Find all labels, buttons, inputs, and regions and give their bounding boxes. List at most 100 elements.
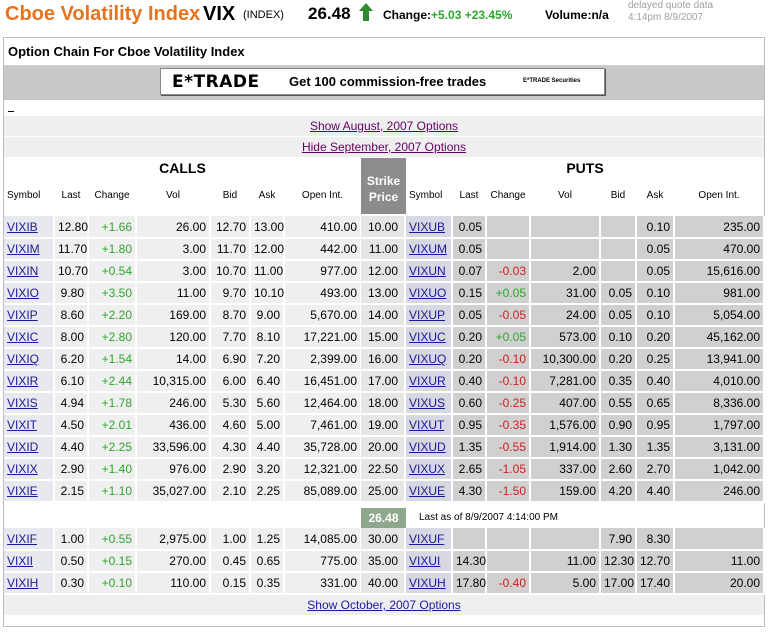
call-open-int-cell: 493.00: [284, 282, 362, 305]
put-symbol-cell: VIXUT: [406, 414, 453, 437]
put-symbol-link[interactable]: VIXUS: [409, 396, 445, 410]
put-symbol-cell: VIXUX: [406, 458, 453, 481]
call-symbol-link[interactable]: VIXIH: [7, 576, 38, 590]
put-symbol-link[interactable]: VIXUQ: [409, 352, 446, 366]
put-vol-cell: 31.00: [530, 282, 601, 305]
august-link-row: Show August, 2007 Options: [4, 116, 764, 136]
put-symbol-link[interactable]: VIXUB: [409, 220, 445, 234]
call-ask-cell: 2.25: [250, 480, 285, 503]
put-symbol-link[interactable]: VIXUX: [409, 462, 445, 476]
ad-strip: E*TRADE Get 100 commission-free trades E…: [4, 66, 764, 100]
put-change-cell: -0.25: [486, 392, 531, 415]
call-bid-cell: 5.30: [210, 392, 251, 415]
put-symbol-link[interactable]: VIXUF: [409, 532, 444, 546]
put-symbol-link[interactable]: VIXUR: [409, 374, 446, 388]
call-vol-cell: 26.00: [136, 216, 211, 239]
call-last-cell: 10.70: [54, 260, 89, 283]
hide-september-link[interactable]: Hide September, 2007 Options: [302, 140, 466, 154]
call-symbol-link[interactable]: VIXIS: [7, 396, 38, 410]
puts-col-header-last: Last: [459, 190, 479, 201]
call-symbol-link[interactable]: VIXIT: [7, 418, 37, 432]
call-symbol-link[interactable]: VIXIN: [7, 264, 38, 278]
call-symbol-link[interactable]: VIXIQ: [7, 352, 39, 366]
call-symbol-link[interactable]: VIXIC: [7, 330, 38, 344]
put-ask-cell: 0.05: [636, 238, 675, 261]
put-row: VIXUX 2.65 -1.05 337.00 2.60 2.70 1,042.00: [406, 458, 765, 481]
put-open-int-cell: 3,131.00: [674, 436, 765, 459]
call-change-cell: +2.44: [88, 370, 137, 393]
put-ask-cell: 0.95: [636, 414, 675, 437]
put-symbol-link[interactable]: VIXUC: [409, 330, 446, 344]
puts-col-header-symbol: Symbol: [409, 190, 443, 201]
put-ask-cell: 4.40: [636, 480, 675, 503]
call-symbol-link[interactable]: VIXIE: [7, 484, 38, 498]
call-last-cell: 4.50: [54, 414, 89, 437]
put-symbol-link[interactable]: VIXUT: [409, 418, 444, 432]
put-change-cell: -0.40: [486, 572, 531, 595]
delayed-note: delayed quote data 4:14pm 8/9/2007: [628, 0, 713, 24]
call-change-cell: +0.10: [88, 572, 137, 595]
call-bid-cell: 12.70: [210, 216, 251, 239]
put-open-int-cell: 1,042.00: [674, 458, 765, 481]
put-last-cell: 0.60: [452, 392, 487, 415]
put-row: VIXUN 0.07 -0.03 2.00 0.05 15,616.00: [406, 260, 765, 283]
strike-price-cell: 11.00: [361, 238, 406, 261]
put-bid-cell: 0.10: [600, 326, 637, 349]
green-up-arrow-icon: [358, 2, 374, 27]
call-symbol-link[interactable]: VIXIB: [7, 220, 38, 234]
call-last-cell: 4.94: [54, 392, 89, 415]
put-vol-cell: 5.00: [530, 572, 601, 595]
call-vol-cell: 246.00: [136, 392, 211, 415]
quote-title: Cboe Volatility Index: [5, 3, 201, 25]
call-last-cell: 9.80: [54, 282, 89, 305]
put-last-cell: 1.35: [452, 436, 487, 459]
put-vol-cell: 573.00: [530, 326, 601, 349]
put-vol-cell: 407.00: [530, 392, 601, 415]
strike-row: 18.00: [361, 392, 406, 415]
call-symbol-link[interactable]: VIXII: [7, 554, 33, 568]
call-last-cell: 0.30: [54, 572, 89, 595]
call-symbol-link[interactable]: VIXIX: [7, 462, 38, 476]
put-symbol-link[interactable]: VIXUD: [409, 440, 446, 454]
put-bid-cell: 4.20: [600, 480, 637, 503]
call-bid-cell: 10.70: [210, 260, 251, 283]
put-symbol-link[interactable]: VIXUP: [409, 308, 445, 322]
put-symbol-link[interactable]: VIXUI: [409, 554, 440, 568]
call-open-int-cell: 331.00: [284, 572, 362, 595]
call-symbol-link[interactable]: VIXIP: [7, 308, 38, 322]
put-symbol-link[interactable]: VIXUE: [409, 484, 445, 498]
show-october-link[interactable]: Show October, 2007 Options: [307, 598, 460, 612]
put-last-cell: 2.65: [452, 458, 487, 481]
show-august-link[interactable]: Show August, 2007 Options: [310, 119, 458, 133]
put-symbol-link[interactable]: VIXUN: [409, 264, 446, 278]
strikes-table-lower: 30.00 35.00 40.00: [361, 528, 406, 595]
put-vol-cell: 159.00: [530, 480, 601, 503]
put-last-cell: 0.40: [452, 370, 487, 393]
call-open-int-cell: 35,728.00: [284, 436, 362, 459]
etrade-banner-ad[interactable]: E*TRADE Get 100 commission-free trades E…: [160, 68, 605, 95]
call-open-int-cell: 7,461.00: [284, 414, 362, 437]
puts-table: VIXUB 0.05 0.10 235.00 VIXUM 0.05 0.05 470.00 VI…: [406, 216, 765, 503]
put-ask-cell: 0.10: [636, 304, 675, 327]
put-bid-cell: 0.55: [600, 392, 637, 415]
call-symbol-link[interactable]: VIXIM: [7, 242, 40, 256]
put-open-int-cell: 1,797.00: [674, 414, 765, 437]
quote-header: Cboe Volatility Index VIX (INDEX) 26.48 …: [0, 0, 768, 30]
strike-price-cell: 15.00: [361, 326, 406, 349]
call-symbol-link[interactable]: VIXIO: [7, 286, 39, 300]
strike-price-cell: 10.00: [361, 216, 406, 239]
call-symbol-link[interactable]: VIXIF: [7, 532, 37, 546]
put-symbol-link[interactable]: VIXUO: [409, 286, 446, 300]
put-symbol-link[interactable]: VIXUH: [409, 576, 446, 590]
call-symbol-link[interactable]: VIXIR: [7, 374, 38, 388]
call-symbol-link[interactable]: VIXID: [7, 440, 38, 454]
put-open-int-cell: 5,054.00: [674, 304, 765, 327]
put-symbol-link[interactable]: VIXUM: [409, 242, 447, 256]
delayed-line: delayed quote data: [628, 0, 714, 11]
strike-row: 11.00: [361, 238, 406, 261]
calls-col-header-vol: Vol: [166, 190, 180, 201]
put-change-cell: [486, 216, 531, 239]
call-symbol-cell: VIXIT: [4, 414, 55, 437]
put-open-int-cell: 13,941.00: [674, 348, 765, 371]
put-ask-cell: 12.70: [636, 550, 675, 573]
